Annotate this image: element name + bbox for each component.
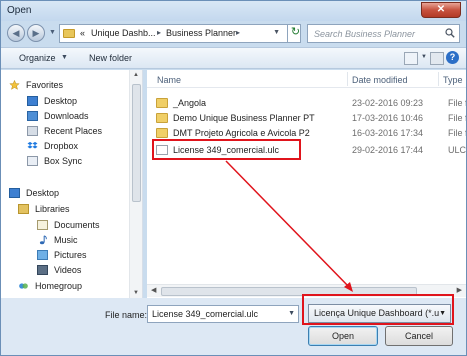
back-button[interactable]: ◀	[7, 24, 25, 42]
desktop-icon	[27, 96, 38, 106]
file-list: Name Date modified Type _Angola 23-02-20…	[147, 70, 466, 298]
documents-icon	[37, 220, 48, 230]
column-divider[interactable]	[347, 72, 348, 86]
scroll-left-icon[interactable]: ◀	[151, 286, 156, 294]
folder-icon	[63, 29, 75, 38]
column-divider[interactable]	[438, 72, 439, 86]
homegroup-icon	[19, 283, 28, 289]
search-placeholder: Search Business Planner	[314, 29, 416, 39]
column-date-modified[interactable]: Date modified	[352, 75, 408, 85]
refresh-button[interactable]: ↻	[287, 24, 303, 43]
file-name-field[interactable]: License 349_comercial.ulc ▼	[147, 305, 299, 323]
organize-button[interactable]: Organize	[19, 53, 56, 63]
folder-icon	[156, 98, 168, 108]
folder-icon	[156, 128, 168, 138]
file-row-angola[interactable]: _Angola 23-02-2016 09:23 File fo	[153, 97, 466, 110]
search-icon[interactable]	[445, 28, 455, 38]
sidebar-scrollbar[interactable]: ▲ ▼	[129, 70, 142, 298]
breadcrumb-overflow[interactable]: «	[80, 28, 85, 38]
box-sync-icon	[27, 156, 38, 166]
search-input[interactable]: Search Business Planner	[307, 24, 460, 43]
cancel-button[interactable]: Cancel	[385, 326, 453, 346]
annotation-highlight-file	[152, 139, 301, 160]
address-bar[interactable]: « Unique Dashb... ▸ Business Planner ▸ ▼	[59, 24, 301, 43]
scrollbar-thumb[interactable]	[132, 84, 141, 202]
downloads-icon	[27, 111, 38, 121]
recent-places-icon	[27, 126, 38, 136]
close-button[interactable]: ✕	[421, 2, 461, 18]
scroll-right-icon[interactable]: ▶	[457, 286, 462, 294]
chevron-right-icon[interactable]: ▸	[236, 28, 240, 37]
annotation-highlight-filter	[302, 294, 454, 325]
help-icon[interactable]: ?	[446, 51, 459, 64]
pictures-icon	[37, 250, 48, 260]
navigation-pane: Favorites Desktop Downloads Recent Place…	[1, 70, 143, 298]
chevron-down-icon[interactable]: ▼	[288, 310, 295, 317]
command-toolbar: Organize ▼ New folder ▼ ?	[1, 47, 466, 69]
view-controls: ▼ ?	[388, 51, 459, 67]
scroll-up-icon[interactable]: ▲	[133, 72, 139, 78]
dropbox-icon	[27, 141, 38, 149]
file-name-label: File name:	[105, 310, 148, 320]
file-row-demo-unique[interactable]: Demo Unique Business Planner PT 17-03-20…	[153, 112, 466, 125]
desktop-icon	[9, 188, 20, 198]
scroll-down-icon[interactable]: ▼	[133, 290, 139, 296]
chevron-right-icon[interactable]: ▸	[157, 28, 161, 37]
title-bar: Open ✕	[1, 1, 466, 21]
forward-button[interactable]: ▶	[27, 24, 45, 42]
music-icon	[39, 235, 47, 245]
column-type[interactable]: Type	[443, 75, 463, 85]
navigation-bar: ◀ ▶ ▼ « Unique Dashb... ▸ Business Plann…	[1, 21, 466, 46]
videos-icon	[37, 265, 48, 275]
new-folder-button[interactable]: New folder	[89, 53, 132, 63]
column-name[interactable]: Name	[157, 75, 181, 85]
open-button[interactable]: Open	[308, 326, 378, 346]
change-view-icon[interactable]	[404, 52, 418, 65]
chevron-down-icon[interactable]: ▼	[421, 54, 427, 60]
column-header-row: Name Date modified Type	[147, 70, 466, 88]
folder-icon	[156, 113, 168, 123]
breadcrumb-business-planner[interactable]: Business Planner	[166, 28, 236, 38]
window-title: Open	[7, 5, 32, 16]
preview-pane-icon[interactable]	[430, 52, 444, 65]
chevron-down-icon[interactable]: ▼	[61, 54, 68, 61]
star-icon	[9, 80, 20, 90]
recent-locations-icon[interactable]: ▼	[49, 29, 56, 36]
libraries-icon	[18, 204, 29, 214]
chevron-down-icon[interactable]: ▼	[273, 29, 280, 36]
file-name-value: License 349_comercial.ulc	[152, 309, 259, 319]
breadcrumb-unique-dashboard[interactable]: Unique Dashb...	[91, 28, 156, 38]
